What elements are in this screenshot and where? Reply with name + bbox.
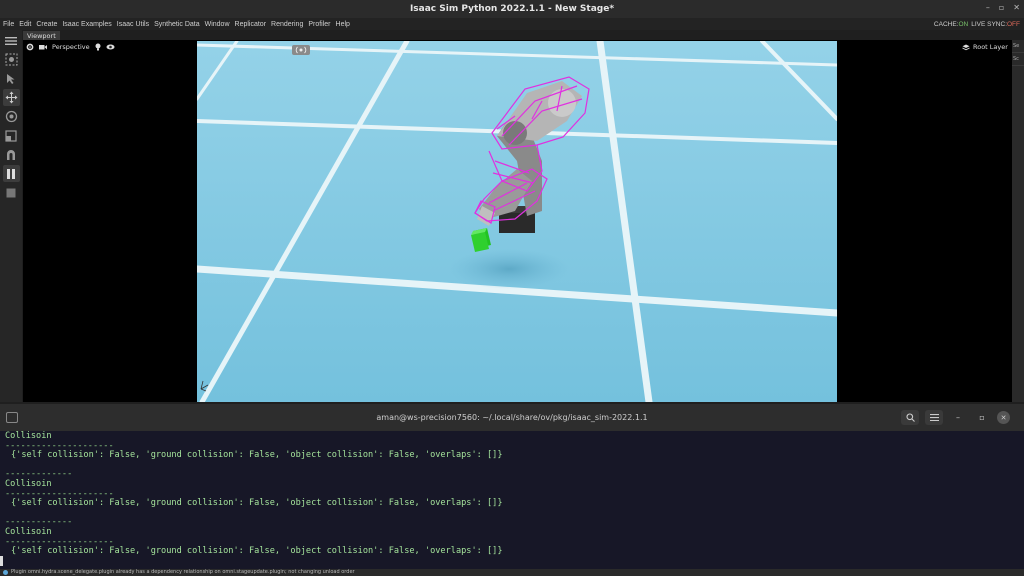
maximize-icon[interactable]: ▫ [973,410,991,425]
terminal-line: Collisoin [5,431,52,441]
viewport-header: Perspective [26,43,115,51]
broadcast-icon[interactable] [292,45,310,55]
menu-window[interactable]: Window [202,21,232,28]
menu-synthetic-data[interactable]: Synthetic Data [152,21,203,28]
stop-icon[interactable] [3,184,20,201]
menu-help[interactable]: Help [333,21,352,28]
terminal-output[interactable]: Collisoin --------------------- {'self c… [0,431,1024,569]
info-icon [3,570,8,575]
terminal-line: ------------- [5,517,73,528]
menu-isaac-utils[interactable]: Isaac Utils [114,21,151,28]
menu-icon[interactable] [925,410,943,425]
menu-isaac-examples[interactable]: Isaac Examples [60,21,114,28]
status-message: Plugin omni.hydra.scene_delegate.plugin … [11,569,355,575]
right-panel-item[interactable]: Sc [1012,53,1024,66]
title-bar: Isaac Sim Python 2022.1.1 - New Stage* –… [0,0,1024,18]
snap-icon[interactable] [3,146,20,163]
settings-icon[interactable] [26,43,34,51]
hamburger-icon[interactable] [3,32,20,49]
terminal-line: Collisoin [5,478,52,489]
light-bulb-icon[interactable] [95,43,101,51]
terminal-line: {'self collision': False, 'ground collis… [11,450,503,461]
terminal-title: aman@ws-precision7560: ~/.local/share/ov… [376,413,648,422]
cache-label: CACHE:ON [933,20,969,28]
menu-file[interactable]: File [0,21,17,28]
move-icon[interactable] [2,89,20,106]
live-sync-value: OFF [1007,20,1020,28]
terminal-line: {'self collision': False, 'ground collis… [11,498,503,509]
terminal-cursor [0,556,3,566]
cache-value: ON [958,20,969,28]
terminal-controls: – ▫ ✕ [901,410,1010,425]
close-icon[interactable]: ✕ [1013,3,1020,12]
terminal-line: ------------- [5,469,73,480]
terminal-line: {'self collision': False, 'ground collis… [11,546,503,557]
menu-profiler[interactable]: Profiler [306,21,333,28]
scale-icon[interactable] [3,127,20,144]
menu-rendering[interactable]: Rendering [269,21,306,28]
layers-icon [962,44,970,50]
robot-shadow [449,249,569,289]
menu-edit[interactable]: Edit [17,21,34,28]
window-controls: – ▫ ✕ [986,3,1020,12]
right-panel-tab[interactable]: Se [1012,40,1024,53]
viewport-tab[interactable]: Viewport [23,31,60,40]
menu-bar: File Edit Create Isaac Examples Isaac Ut… [0,18,1024,30]
left-toolbar [0,30,22,402]
eye-icon[interactable] [106,44,115,50]
rotate-icon[interactable] [3,108,20,125]
maximize-icon[interactable]: ▫ [999,3,1004,12]
status-bar: Plugin omni.hydra.scene_delegate.plugin … [0,569,1024,576]
menu-replicator[interactable]: Replicator [232,21,269,28]
camera-icon[interactable] [39,44,47,50]
minimize-icon[interactable]: – [949,410,967,425]
minimize-icon[interactable]: – [986,3,990,12]
viewport-scene[interactable] [197,41,837,402]
sync-status: CACHE:ON LIVE SYNC:OFF [934,18,1020,30]
search-icon[interactable] [901,410,919,425]
terminal-window: aman@ws-precision7560: ~/.local/share/ov… [0,404,1024,569]
cursor-icon[interactable] [3,70,20,87]
terminal-line: Collisoin [5,526,52,537]
window-title: Isaac Sim Python 2022.1.1 - New Stage* [409,4,615,14]
close-icon[interactable]: ✕ [997,411,1010,424]
live-sync-label[interactable]: LIVE SYNC:OFF [971,21,1020,28]
pause-icon[interactable] [2,165,20,182]
select-mode-icon[interactable] [3,51,20,68]
menu-create[interactable]: Create [34,21,60,28]
camera-label[interactable]: Perspective [52,43,90,51]
root-layer[interactable]: Root Layer [962,43,1008,51]
right-panel-strip: Se Sc [1012,40,1024,402]
root-layer-label: Root Layer [973,43,1008,51]
